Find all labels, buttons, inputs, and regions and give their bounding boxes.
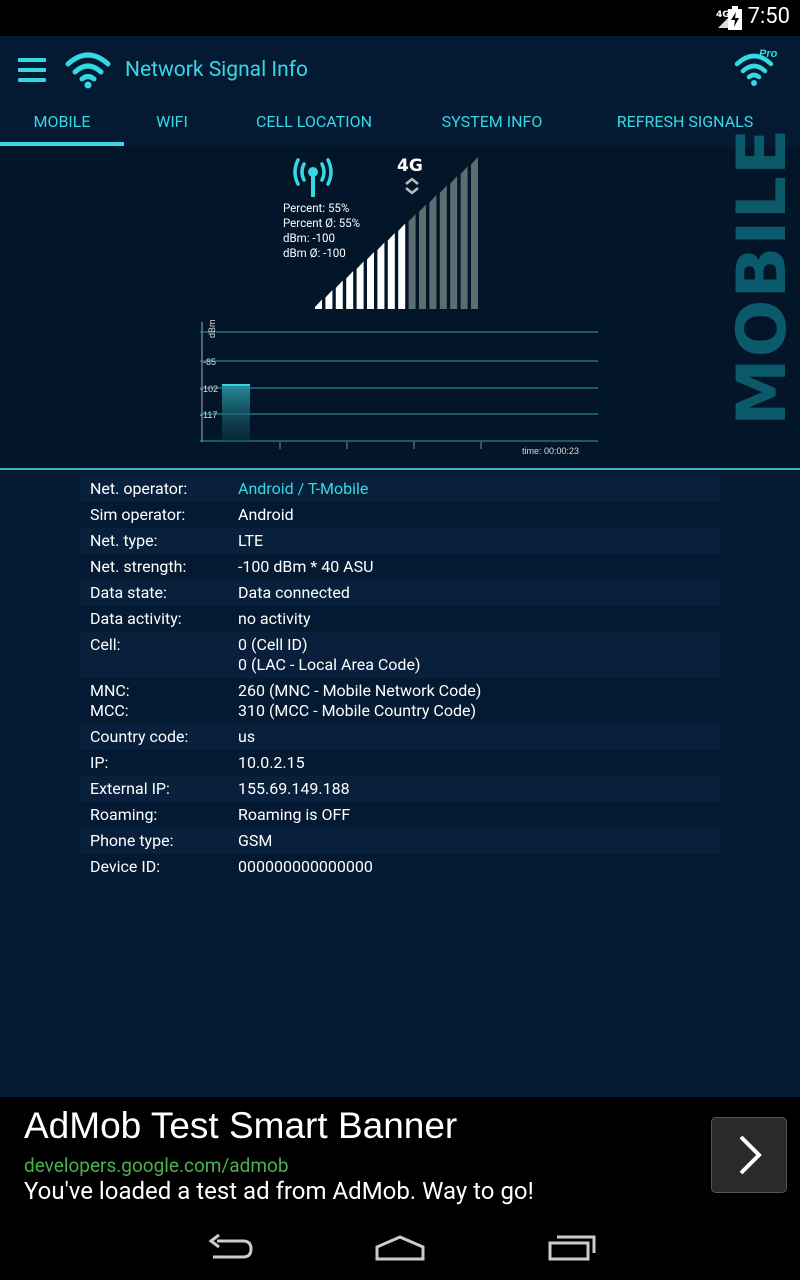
tab-mobile[interactable]: MOBILE: [0, 108, 124, 148]
y-tick-117: -117: [200, 410, 217, 420]
detail-row-country-code: Country code: us: [80, 724, 720, 750]
back-icon[interactable]: [205, 1233, 255, 1263]
detail-value: 10.0.2.15: [238, 753, 305, 772]
signal-bar: [450, 176, 458, 309]
net-operator-link[interactable]: Android / T-Mobile: [238, 479, 710, 499]
detail-label: Phone type:: [90, 831, 174, 850]
detail-label: Roaming:: [90, 805, 158, 824]
tab-cell-location[interactable]: CELL LOCATION: [228, 108, 400, 146]
mnc-value: 260 (MNC - Mobile Network Code): [238, 681, 482, 700]
status-bar: 4G 7:50: [0, 0, 800, 36]
detail-row-phone-type: Phone type: GSM: [80, 828, 720, 854]
detail-value: Roaming is OFF: [238, 805, 351, 824]
status-time: 7:50: [747, 4, 790, 29]
signal-bar: [471, 157, 478, 309]
lac-value: 0 (LAC - Local Area Code): [238, 655, 421, 674]
graph-time-label: time: 00:00:23: [522, 446, 579, 456]
detail-value: 155.69.149.188: [238, 779, 350, 798]
detail-row-net-operator: Net. operator: Android / T-Mobile: [80, 476, 720, 502]
signal-bar: [398, 223, 406, 309]
signal-bar: [367, 252, 374, 309]
tab-system-info[interactable]: SYSTEM INFO: [418, 108, 566, 146]
menu-button[interactable]: [18, 58, 46, 82]
mobile-side-label: MOBILE: [723, 127, 800, 426]
detail-row-external-ip: External IP: 155.69.149.188: [80, 776, 720, 802]
detail-label: IP:: [90, 753, 109, 772]
detail-label: Net. operator:: [90, 479, 188, 498]
signal-bar: [346, 271, 354, 309]
detail-row-roaming: Roaming: Roaming is OFF: [80, 802, 720, 828]
detail-label: Data activity:: [90, 609, 182, 628]
ad-open-button[interactable]: [711, 1117, 787, 1193]
home-icon[interactable]: [374, 1233, 426, 1263]
detail-row-data-activity: Data activity: no activity: [80, 606, 720, 632]
ad-url[interactable]: developers.google.com/admob: [24, 1154, 289, 1177]
detail-value: 260 (MNC - Mobile Network Code) 310 (MCC…: [238, 681, 710, 721]
detail-value: 000000000000000: [238, 857, 373, 876]
detail-value: us: [238, 727, 256, 746]
signal-panel: MOBILE 4G Percent: 55% Percent Ø: 55% dB…: [0, 127, 800, 470]
signal-history-graph: dBm -85 -102 -117 time: 00:00:23: [200, 319, 598, 456]
system-nav-bar: [0, 1219, 800, 1280]
detail-row-cell: Cell: 0 (Cell ID) 0 (LAC - Local Area Co…: [80, 632, 720, 678]
detail-row-device-id: Device ID: 000000000000000: [80, 854, 720, 880]
mcc-label: MCC:: [90, 701, 129, 720]
wifi-logo-icon: [65, 52, 111, 89]
pro-badge: Pro: [759, 48, 778, 60]
network-details-table: Net. operator: Android / T-Mobile Sim op…: [80, 476, 720, 880]
detail-label: Net. type:: [90, 531, 158, 550]
mcc-value: 310 (MCC - Mobile Country Code): [238, 701, 477, 720]
y-tick-85: -85: [203, 357, 216, 367]
graph-current-bar: [222, 385, 250, 441]
battery-charging-icon: [728, 6, 742, 30]
graph-y-label: dBm: [207, 319, 217, 338]
mnc-label: MNC:: [90, 681, 130, 700]
detail-row-mnc-mcc: MNC: MCC: 260 (MNC - Mobile Network Code…: [80, 678, 720, 724]
cell-id-value: 0 (Cell ID): [238, 635, 308, 654]
detail-label: MNC: MCC:: [90, 681, 238, 721]
detail-value: no activity: [238, 609, 311, 628]
detail-row-sim-operator: Sim operator: Android: [80, 502, 720, 528]
signal-bar: [356, 261, 364, 309]
detail-value: -100 dBm * 40 ASU: [238, 557, 374, 576]
signal-bar: [439, 185, 447, 309]
detail-label: Cell:: [90, 635, 121, 654]
signal-bar: [460, 166, 468, 309]
app-title: Network Signal Info: [125, 58, 309, 82]
signal-strength-bars: [315, 157, 478, 309]
recents-icon[interactable]: [547, 1233, 597, 1263]
signal-bar: [325, 290, 333, 309]
detail-label: Device ID:: [90, 857, 161, 876]
signal-bar: [377, 242, 385, 309]
detail-value: 0 (Cell ID) 0 (LAC - Local Area Code): [238, 635, 710, 675]
tab-wifi[interactable]: WIFI: [124, 108, 220, 146]
detail-label: Sim operator:: [90, 505, 186, 524]
detail-row-net-strength: Net. strength: -100 dBm * 40 ASU: [80, 554, 720, 580]
signal-bar: [315, 299, 322, 309]
signal-bar: [419, 204, 426, 309]
app-bar: Network Signal Info Pro: [0, 36, 800, 108]
signal-bar: [387, 233, 395, 309]
detail-label: Net. strength:: [90, 557, 187, 576]
detail-row-data-state: Data state: Data connected: [80, 580, 720, 606]
ad-title[interactable]: AdMob Test Smart Banner: [24, 1105, 457, 1147]
detail-value: GSM: [238, 831, 273, 850]
chevron-right-icon: [739, 1135, 762, 1175]
detail-row-net-type: Net. type: LTE: [80, 528, 720, 554]
detail-row-ip: IP: 10.0.2.15: [80, 750, 720, 776]
detail-value: Data connected: [238, 583, 350, 602]
signal-bar: [335, 280, 343, 309]
ad-description: You've loaded a test ad from AdMob. Way …: [24, 1177, 534, 1205]
detail-value: Android: [238, 505, 294, 524]
detail-label: Data state:: [90, 583, 167, 602]
signal-bar: [408, 214, 416, 309]
detail-value: LTE: [238, 531, 264, 550]
ad-banner[interactable]: AdMob Test Smart Banner developers.googl…: [0, 1097, 800, 1219]
detail-label: External IP:: [90, 779, 170, 798]
tab-bar: MOBILE WIFI CELL LOCATION SYSTEM INFO RE…: [0, 108, 800, 148]
detail-label: Country code:: [90, 727, 189, 746]
y-tick-102: -102: [200, 384, 218, 394]
wifi-pro-icon[interactable]: Pro: [734, 46, 780, 88]
signal-bar: [429, 195, 437, 309]
